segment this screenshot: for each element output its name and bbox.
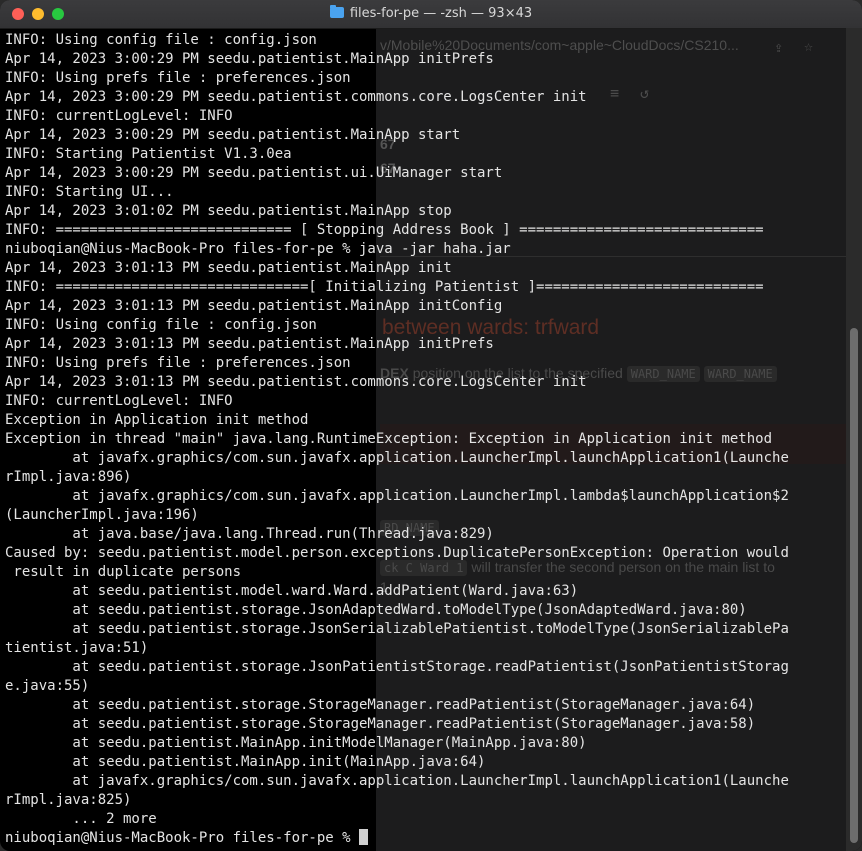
terminal-line: INFO: Starting Patientist V1.3.0ea [5,146,292,162]
terminal-line: INFO: Starting UI... [5,184,174,200]
terminal-line: e.java:55) [5,678,90,694]
terminal-line: Exception in Application init method [5,412,309,428]
folder-icon [329,5,344,18]
terminal-line: Apr 14, 2023 3:01:13 PM seedu.patientist… [5,260,452,276]
terminal-line: at seedu.patientist.storage.JsonAdaptedW… [5,602,747,618]
terminal-output[interactable]: INFO: Using config file : config.json Apr… [0,28,846,851]
terminal-line: INFO: currentLogLevel: INFO [5,393,233,409]
terminal-line: INFO: Using config file : config.json [5,32,317,48]
terminal-line: rImpl.java:825) [5,792,132,808]
scrollbar-thumb[interactable] [850,328,858,843]
terminal-line: Apr 14, 2023 3:00:29 PM seedu.patientist… [5,89,587,105]
terminal-line: INFO: currentLogLevel: INFO [5,108,233,124]
terminal-line: tientist.java:51) [5,640,149,656]
terminal-line: Apr 14, 2023 3:01:02 PM seedu.patientist… [5,203,452,219]
terminal-line: Caused by: seedu.patientist.model.person… [5,545,789,561]
terminal-line: INFO: Using prefs file : preferences.jso… [5,355,351,371]
terminal-prompt[interactable]: niuboqian@Nius-MacBook-Pro files-for-pe … [5,829,369,848]
terminal-line: at seedu.patientist.storage.StorageManag… [5,716,756,732]
terminal-line: ... 2 more [5,811,157,827]
terminal-line: INFO: ============================ [ Sto… [5,222,764,238]
terminal-line: at javafx.graphics/com.sun.javafx.applic… [5,488,789,504]
terminal-line: at seedu.patientist.model.ward.Ward.addP… [5,583,579,599]
terminal-line: Apr 14, 2023 3:01:13 PM seedu.patientist… [5,374,587,390]
terminal-line: at seedu.patientist.MainApp.init(MainApp… [5,754,486,770]
terminal-line: niuboqian@Nius-MacBook-Pro files-for-pe … [5,241,511,257]
text-cursor [359,829,369,845]
terminal-line: result in duplicate persons [5,564,242,580]
terminal-line: Apr 14, 2023 3:01:13 PM seedu.patientist… [5,298,503,314]
terminal-line: at seedu.patientist.storage.JsonSerializ… [5,621,789,637]
terminal-line: at seedu.patientist.storage.JsonPatienti… [5,659,789,675]
terminal-line: at java.base/java.lang.Thread.run(Thread… [5,526,494,542]
terminal-line: at seedu.patientist.storage.StorageManag… [5,697,756,713]
title-bar[interactable]: files-for-pe — -zsh — 93×43 [0,0,862,29]
window-title: files-for-pe — -zsh — 93×43 [0,5,862,21]
terminal-line: at seedu.patientist.MainApp.initModelMan… [5,735,587,751]
terminal-line: INFO: Using prefs file : preferences.jso… [5,70,351,86]
terminal-line: INFO: Using config file : config.json [5,317,317,333]
terminal-line: Apr 14, 2023 3:00:29 PM seedu.patientist… [5,127,461,143]
prompt-text: niuboqian@Nius-MacBook-Pro files-for-pe … [5,830,360,846]
terminal-line: Apr 14, 2023 3:00:29 PM seedu.patientist… [5,51,494,67]
terminal-line: (LauncherImpl.java:196) [5,507,199,523]
terminal-line: Apr 14, 2023 3:00:29 PM seedu.patientist… [5,165,503,181]
terminal-window: v/Mobile%20Documents/com~apple~CloudDocs… [0,0,862,851]
terminal-line: INFO: ==============================[ In… [5,279,764,295]
terminal-line: Apr 14, 2023 3:01:13 PM seedu.patientist… [5,336,494,352]
terminal-line: at javafx.graphics/com.sun.javafx.applic… [5,773,789,789]
terminal-line: at javafx.graphics/com.sun.javafx.applic… [5,450,789,466]
terminal-line: Exception in thread "main" java.lang.Run… [5,431,773,447]
terminal-line: rImpl.java:896) [5,469,132,485]
